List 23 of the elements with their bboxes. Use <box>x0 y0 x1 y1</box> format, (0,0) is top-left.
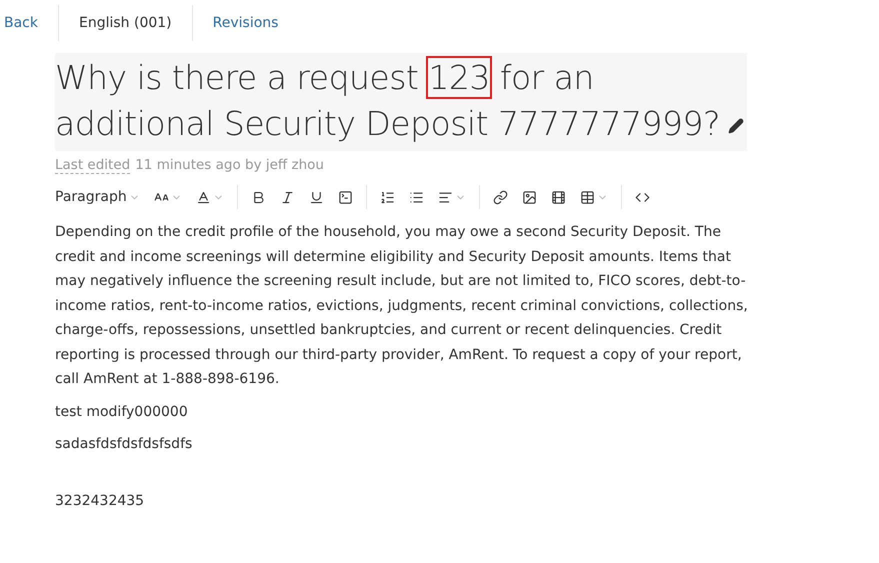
text-color-icon <box>196 190 211 204</box>
edit-info: 11 minutes ago by jeff zhou <box>135 157 324 174</box>
body-paragraph: sadasfdsfdsfdsfsdfs <box>55 435 194 454</box>
language-label[interactable]: English (001) <box>58 5 192 41</box>
nav-link[interactable]: Back <box>0 5 58 41</box>
nav-link[interactable]: Revisions <box>192 5 298 41</box>
article-title: Why is there a request 123 for an additional Security Deposit 7777777999? <box>55 55 747 147</box>
numbered-list-icon <box>380 190 395 204</box>
body-paragraph: 3232432435 <box>55 492 146 510</box>
image-icon <box>522 190 537 204</box>
underline-icon <box>308 190 324 204</box>
terminal-icon <box>338 190 353 204</box>
block-format-dropdown[interactable]: Paragraph <box>55 183 147 211</box>
body-paragraph: Depending on the credit profile of the household, you may owe a second Security Deposit. The credit and income screenings will determine eligibility and Security Deposit amounts. Items that may negatively influence the screening result include, but are not limited to, FICO scores, debt-to-income ratios, rent-to-income ratios, evictions, judgments, recent criminal convictions, collections, charge-offs, repossessions, unsettled bankruptcies, and current or recent delinquencies. Credit reporting is processed through our third-party provider, AmRent. To request a copy of your report, call AmRent at 1-888-898-6196. <box>55 223 749 389</box>
link-icon <box>492 190 508 204</box>
bullet-list-icon <box>408 190 424 204</box>
table-icon <box>580 190 595 204</box>
edit-icon[interactable] <box>728 118 744 134</box>
film-icon <box>550 190 566 204</box>
align-left-icon <box>438 190 453 204</box>
body-paragraph: test modify000000 <box>55 402 189 422</box>
italic-icon <box>280 190 295 204</box>
last-edited-label: Last edited <box>55 157 130 174</box>
